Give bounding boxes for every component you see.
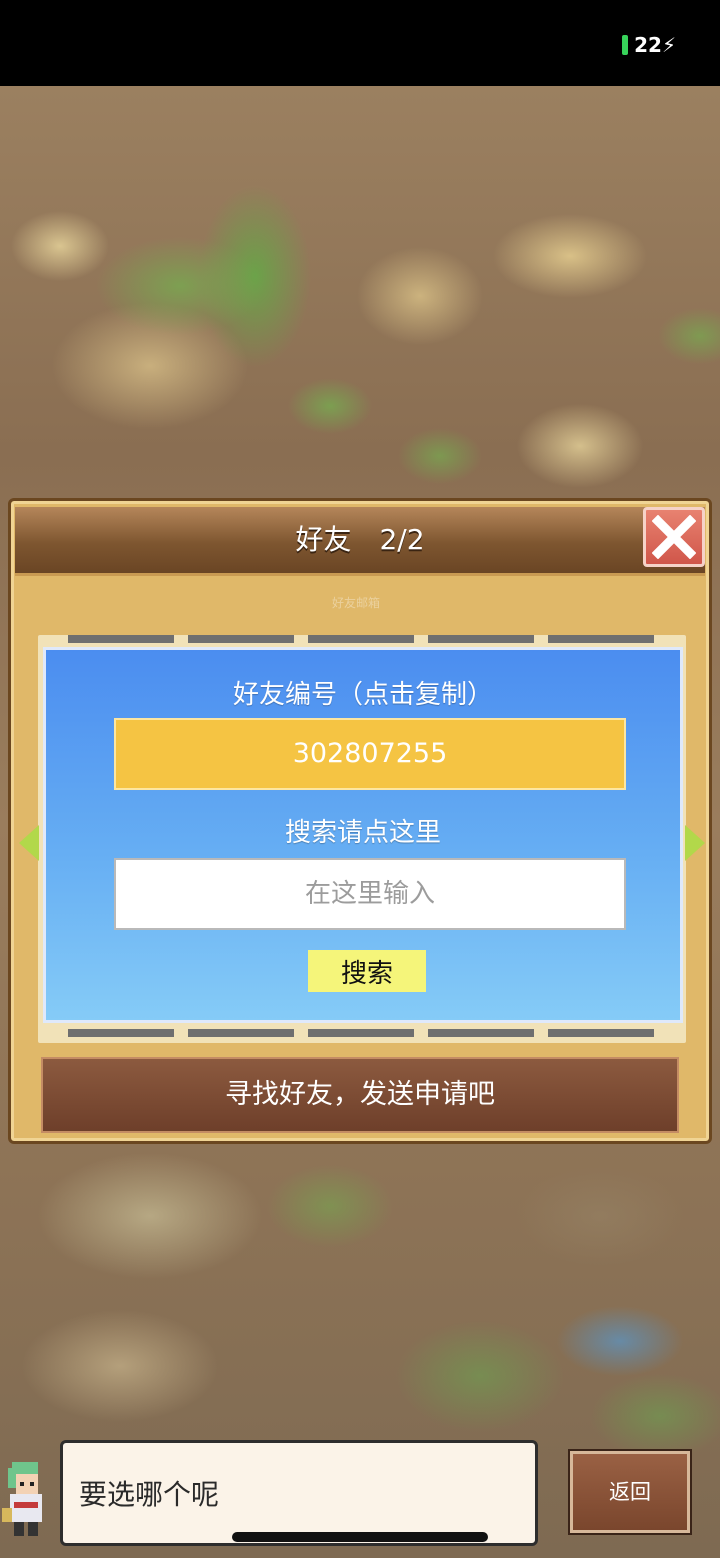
slot bbox=[308, 1029, 414, 1037]
friends-dialog: 好友 2/2 好友邮箱 好友编号（点击复制） 302807255 搜索请点这里 搜… bbox=[8, 498, 712, 1144]
slot bbox=[308, 635, 414, 643]
slot bbox=[68, 635, 174, 643]
arrow-right-icon[interactable] bbox=[685, 825, 705, 861]
faint-subtitle: 好友邮箱 bbox=[331, 596, 380, 610]
slot bbox=[548, 635, 654, 643]
status-bar: 22⚡ bbox=[0, 0, 720, 86]
character-avatar bbox=[0, 1444, 58, 1544]
friend-code-value: 302807255 bbox=[292, 738, 448, 769]
friend-code-copy-button[interactable]: 302807255 bbox=[114, 718, 626, 790]
battery-level: 22 bbox=[634, 33, 662, 57]
dialog-title: 好友 2/2 bbox=[15, 507, 705, 573]
friend-code-label: 好友编号（点击复制） bbox=[232, 680, 493, 710]
close-button[interactable] bbox=[643, 507, 705, 567]
speech-text: 要选哪个呢 bbox=[79, 1478, 220, 1511]
arrow-left-icon[interactable] bbox=[19, 825, 39, 861]
dialog-page-indicator: 2/2 bbox=[379, 523, 425, 556]
search-button[interactable]: 搜索 bbox=[308, 950, 426, 992]
slot bbox=[428, 1029, 534, 1037]
search-label: 搜索请点这里 bbox=[284, 818, 441, 848]
battery-indicator: 22⚡ bbox=[622, 33, 680, 57]
dialog-header: 好友 2/2 bbox=[15, 507, 705, 576]
battery-charging-icon bbox=[622, 35, 629, 55]
close-x-icon bbox=[652, 515, 696, 559]
slot bbox=[188, 1029, 294, 1037]
home-indicator[interactable] bbox=[232, 1532, 488, 1542]
slot bbox=[548, 1029, 654, 1037]
search-input[interactable] bbox=[114, 858, 626, 930]
find-friends-banner: 寻找好友，发送申请吧 bbox=[41, 1057, 679, 1133]
charging-bolt-icon: ⚡ bbox=[661, 33, 676, 57]
speech-bubble: 要选哪个呢 bbox=[60, 1440, 538, 1546]
friend-code-card: 好友编号（点击复制） 302807255 搜索请点这里 搜索 bbox=[43, 647, 683, 1023]
slot bbox=[428, 635, 534, 643]
slot-row-top bbox=[38, 635, 654, 643]
dialog-title-text: 好友 bbox=[295, 523, 352, 556]
slot-row-bottom bbox=[38, 1029, 654, 1037]
back-button[interactable]: 返回 bbox=[570, 1451, 690, 1533]
slot bbox=[68, 1029, 174, 1037]
slot bbox=[188, 635, 294, 643]
